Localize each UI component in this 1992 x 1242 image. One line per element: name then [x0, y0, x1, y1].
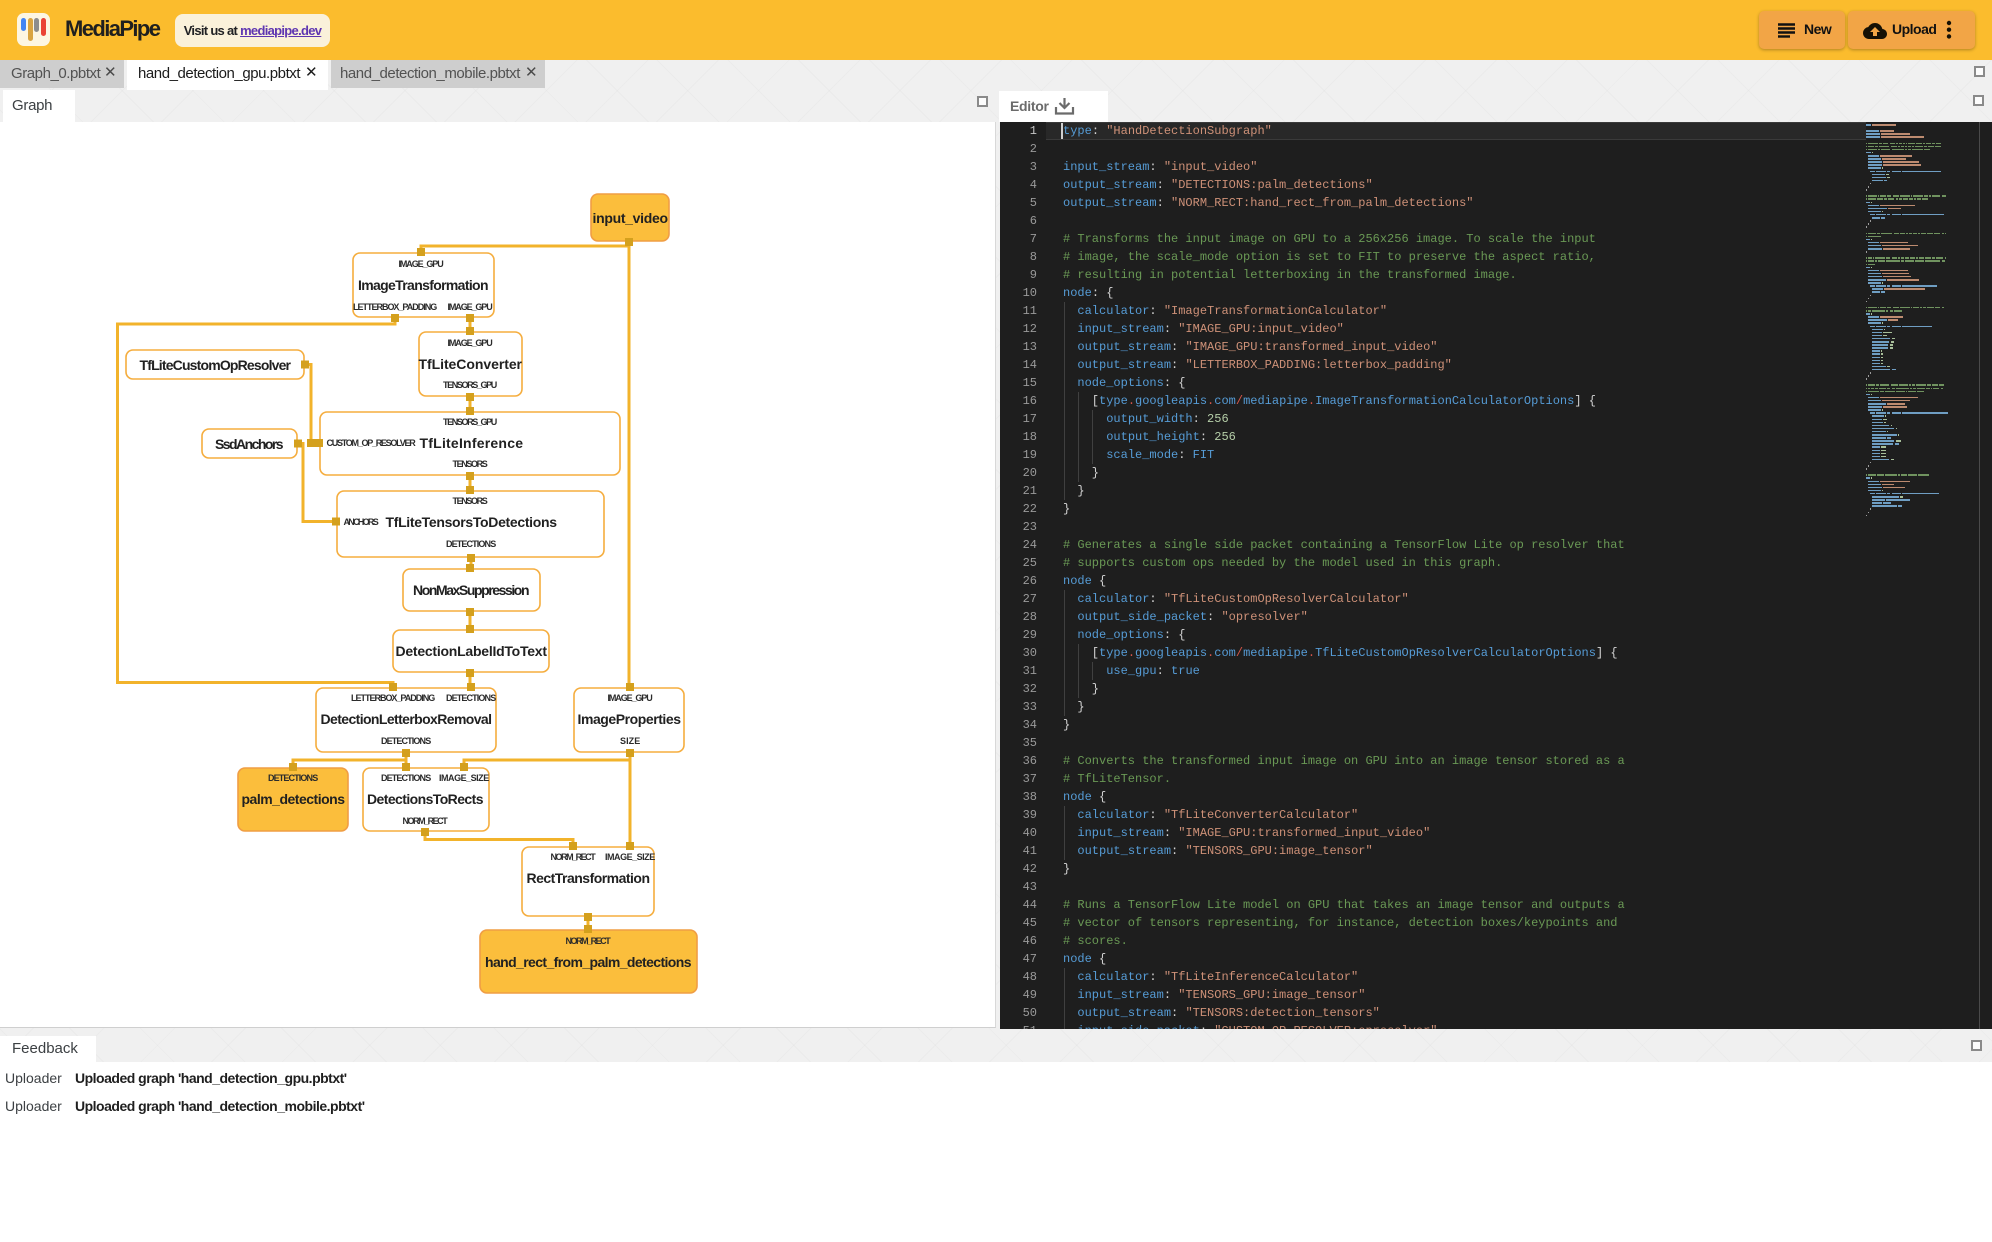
svg-text:TfLiteConverter: TfLiteConverter [419, 356, 523, 372]
svg-text:SIZE: SIZE [620, 736, 640, 746]
svg-text:DETECTIONS: DETECTIONS [381, 773, 431, 783]
svg-text:TENSORS: TENSORS [453, 459, 488, 469]
svg-text:IMAGE_GPU: IMAGE_GPU [608, 693, 653, 703]
svg-text:DETECTIONS: DETECTIONS [268, 773, 318, 783]
svg-text:SsdAnchors: SsdAnchors [215, 436, 284, 452]
svg-text:TfLiteInference: TfLiteInference [420, 435, 524, 451]
svg-text:ImageTransformation: ImageTransformation [358, 277, 488, 293]
svg-text:TENSORS_GPU: TENSORS_GPU [443, 380, 497, 390]
svg-text:ImageProperties: ImageProperties [578, 711, 682, 727]
svg-text:DETECTIONS: DETECTIONS [446, 693, 496, 703]
svg-text:input_video: input_video [593, 210, 668, 226]
svg-text:TENSORS_GPU: TENSORS_GPU [443, 417, 497, 427]
svg-text:IMAGE_GPU: IMAGE_GPU [399, 259, 444, 269]
svg-text:NORM_RECT: NORM_RECT [403, 816, 449, 826]
svg-text:ANCHORS: ANCHORS [344, 517, 379, 527]
svg-text:palm_detections: palm_detections [242, 791, 346, 807]
svg-text:DetectionsToRects: DetectionsToRects [367, 791, 484, 807]
svg-text:LETTERBOX_PADDING: LETTERBOX_PADDING [351, 693, 435, 703]
svg-text:TfLiteCustomOpResolver: TfLiteCustomOpResolver [140, 357, 292, 373]
svg-text:LETTERBOX_PADDING: LETTERBOX_PADDING [353, 302, 437, 312]
svg-text:NORM_RECT: NORM_RECT [551, 852, 597, 862]
svg-text:DetectionLetterboxRemoval: DetectionLetterboxRemoval [321, 711, 492, 727]
svg-text:IMAGE_SIZE: IMAGE_SIZE [605, 852, 655, 862]
svg-text:NORM_RECT: NORM_RECT [566, 936, 612, 946]
svg-text:RectTransformation: RectTransformation [527, 870, 650, 886]
svg-text:IMAGE_GPU: IMAGE_GPU [448, 338, 493, 348]
svg-text:IMAGE_GPU: IMAGE_GPU [448, 302, 493, 312]
svg-text:TENSORS: TENSORS [453, 496, 488, 506]
svg-text:TfLiteTensorsToDetections: TfLiteTensorsToDetections [386, 514, 558, 530]
svg-text:IMAGE_SIZE: IMAGE_SIZE [439, 773, 489, 783]
svg-text:NonMaxSuppression: NonMaxSuppression [413, 582, 529, 598]
svg-text:hand_rect_from_palm_detections: hand_rect_from_palm_detections [485, 954, 692, 970]
svg-text:DETECTIONS: DETECTIONS [446, 539, 496, 549]
svg-text:DetectionLabelIdToText: DetectionLabelIdToText [396, 643, 548, 659]
svg-text:CUSTOM_OP_RESOLVER: CUSTOM_OP_RESOLVER [327, 438, 417, 448]
svg-text:DETECTIONS: DETECTIONS [381, 736, 431, 746]
